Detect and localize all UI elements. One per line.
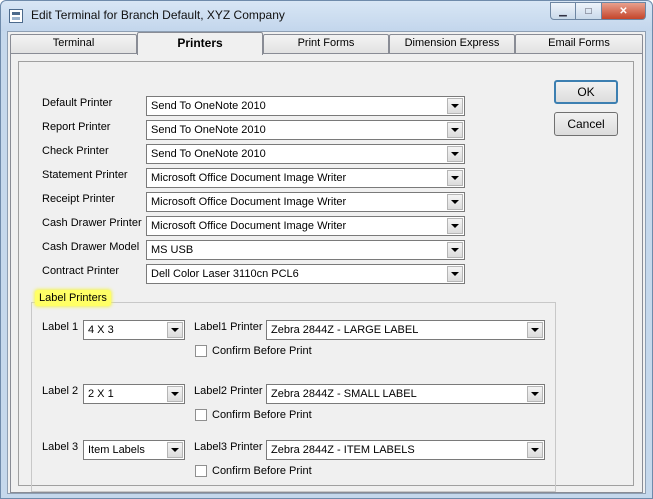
dropdown-arrow-icon[interactable] (447, 218, 463, 234)
cash-drawer-printer-label: Cash Drawer Printer (42, 217, 142, 229)
label2-label: Label 2 (42, 385, 79, 397)
caption-buttons: ▁ □ ✕ (550, 2, 646, 20)
label1-printer-label: Label1 Printer (194, 321, 263, 333)
contract-printer-label: Contract Printer (42, 265, 120, 277)
dropdown-arrow-icon[interactable] (447, 242, 463, 258)
default-printer-combo[interactable]: Send To OneNote 2010 (146, 96, 465, 116)
edit-terminal-window: Edit Terminal for Branch Default, XYZ Co… (0, 0, 653, 499)
label3-confirm-checkbox[interactable] (195, 465, 207, 477)
tab-email-forms[interactable]: Email Forms (515, 34, 643, 54)
label3-label: Label 3 (42, 441, 79, 453)
cash-drawer-model-combo[interactable]: MS USB (146, 240, 465, 260)
receipt-printer-label: Receipt Printer (42, 193, 115, 205)
label2-printer-label: Label2 Printer (194, 385, 263, 397)
combo-value: Send To OneNote 2010 (151, 100, 266, 112)
dropdown-arrow-icon[interactable] (447, 122, 463, 138)
combo-value: Microsoft Office Document Image Writer (151, 220, 347, 232)
dialog-client-area: Terminal Printers Print Forms Dimension … (7, 31, 646, 494)
app-icon[interactable] (9, 9, 23, 23)
report-printer-label: Report Printer (42, 121, 111, 133)
label1-confirm-label: Confirm Before Print (212, 345, 312, 357)
tab-dimension-express[interactable]: Dimension Express (389, 34, 515, 54)
label1-printer-combo[interactable]: Zebra 2844Z - LARGE LABEL (266, 320, 545, 340)
tab-strip: Terminal Printers Print Forms Dimension … (10, 32, 643, 55)
label3-confirm-label: Confirm Before Print (212, 465, 312, 477)
combo-value: MS USB (151, 244, 194, 256)
maximize-button[interactable]: □ (576, 2, 602, 20)
dropdown-arrow-icon[interactable] (447, 146, 463, 162)
tab-terminal[interactable]: Terminal (10, 34, 137, 54)
receipt-printer-combo[interactable]: Microsoft Office Document Image Writer (146, 192, 465, 212)
contract-printer-combo[interactable]: Dell Color Laser 3110cn PCL6 (146, 264, 465, 284)
combo-value: 2 X 1 (88, 388, 114, 400)
statement-printer-combo[interactable]: Microsoft Office Document Image Writer (146, 168, 465, 188)
combo-value: Send To OneNote 2010 (151, 148, 266, 160)
label1-label: Label 1 (42, 321, 79, 333)
combo-value: Zebra 2844Z - ITEM LABELS (271, 444, 415, 456)
combo-value: Zebra 2844Z - SMALL LABEL (271, 388, 417, 400)
combo-value: Send To OneNote 2010 (151, 124, 266, 136)
dropdown-arrow-icon[interactable] (447, 266, 463, 282)
label-printers-group-title: Label Printers (35, 290, 111, 306)
dropdown-arrow-icon[interactable] (167, 322, 183, 338)
tab-printers[interactable]: Printers (137, 32, 263, 55)
cancel-button[interactable]: Cancel (554, 112, 618, 136)
label1-size-combo[interactable]: 4 X 3 (83, 320, 185, 340)
dropdown-arrow-icon[interactable] (447, 170, 463, 186)
combo-value: 4 X 3 (88, 324, 114, 336)
combo-value: Dell Color Laser 3110cn PCL6 (151, 268, 299, 280)
combo-value: Microsoft Office Document Image Writer (151, 196, 347, 208)
combo-value: Item Labels (88, 444, 145, 456)
dropdown-arrow-icon[interactable] (447, 98, 463, 114)
label2-confirm-label: Confirm Before Print (212, 409, 312, 421)
minimize-button[interactable]: ▁ (550, 2, 576, 20)
ok-button[interactable]: OK (554, 80, 618, 104)
cash-drawer-printer-combo[interactable]: Microsoft Office Document Image Writer (146, 216, 465, 236)
window-title: Edit Terminal for Branch Default, XYZ Co… (31, 8, 285, 22)
label3-printer-label: Label3 Printer (194, 441, 263, 453)
combo-value: Zebra 2844Z - LARGE LABEL (271, 324, 419, 336)
dropdown-arrow-icon[interactable] (167, 386, 183, 402)
label3-size-combo[interactable]: Item Labels (83, 440, 185, 460)
cash-drawer-model-label: Cash Drawer Model (42, 241, 140, 253)
label3-printer-combo[interactable]: Zebra 2844Z - ITEM LABELS (266, 440, 545, 460)
default-printer-label: Default Printer (42, 97, 113, 109)
statement-printer-label: Statement Printer (42, 169, 128, 181)
label2-printer-combo[interactable]: Zebra 2844Z - SMALL LABEL (266, 384, 545, 404)
dropdown-arrow-icon[interactable] (527, 322, 543, 338)
label2-size-combo[interactable]: 2 X 1 (83, 384, 185, 404)
check-printer-label: Check Printer (42, 145, 109, 157)
dropdown-arrow-icon[interactable] (527, 442, 543, 458)
label2-confirm-checkbox[interactable] (195, 409, 207, 421)
dropdown-arrow-icon[interactable] (447, 194, 463, 210)
title-bar[interactable]: Edit Terminal for Branch Default, XYZ Co… (1, 1, 652, 31)
dropdown-arrow-icon[interactable] (527, 386, 543, 402)
tab-print-forms[interactable]: Print Forms (263, 34, 389, 54)
check-printer-combo[interactable]: Send To OneNote 2010 (146, 144, 465, 164)
report-printer-combo[interactable]: Send To OneNote 2010 (146, 120, 465, 140)
close-button[interactable]: ✕ (602, 2, 646, 20)
dropdown-arrow-icon[interactable] (167, 442, 183, 458)
label1-confirm-checkbox[interactable] (195, 345, 207, 357)
combo-value: Microsoft Office Document Image Writer (151, 172, 347, 184)
